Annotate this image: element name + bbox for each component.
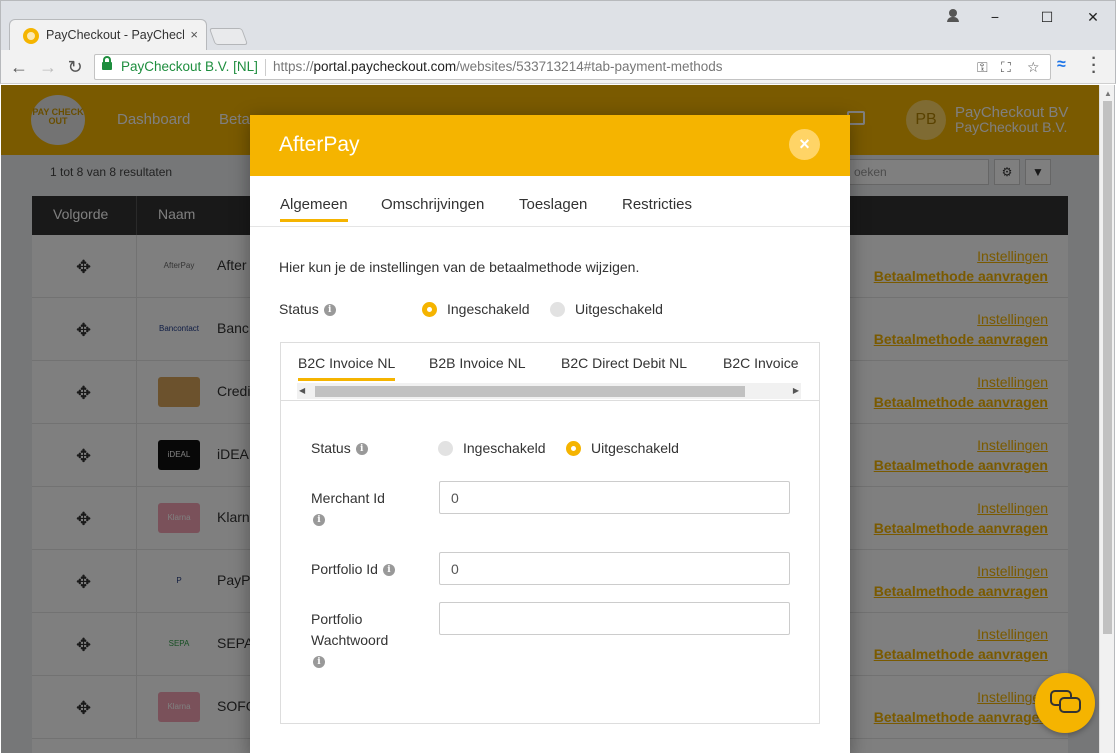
forward-arrow-icon[interactable]: →: [37, 56, 59, 78]
url-separator: [265, 59, 266, 76]
profile-icon[interactable]: [945, 7, 961, 23]
tabs-scroll-thumb[interactable]: [315, 386, 745, 397]
tab-restricties[interactable]: Restricties: [622, 196, 692, 213]
status-enabled-radio[interactable]: [422, 302, 437, 317]
modal-title: AfterPay: [279, 133, 360, 156]
afterpay-settings-modal: AfterPay × Algemeen Omschrijvingen Toesl…: [250, 115, 850, 753]
portfolio-id-label: Portfolio Id i: [311, 559, 395, 580]
product-disabled-label[interactable]: Uitgeschakeld: [591, 440, 679, 456]
product-enabled-radio[interactable]: [438, 441, 453, 456]
scroll-left-arrow-icon[interactable]: ◀: [299, 386, 305, 395]
info-icon[interactable]: i: [313, 656, 325, 669]
tab-toeslagen[interactable]: Toeslagen: [519, 196, 587, 213]
product-status-label: Status i: [311, 440, 368, 456]
intro-text: Hier kun je de instellingen van de betaa…: [279, 259, 640, 275]
new-tab-button[interactable]: [208, 28, 249, 45]
status-enabled-label[interactable]: Ingeschakeld: [447, 301, 530, 317]
url-host: portal.paycheckout.com: [313, 59, 457, 74]
product-status-row: Status i Ingeschakeld Uitgeschakeld: [311, 440, 791, 464]
status-disabled-radio[interactable]: [550, 302, 565, 317]
back-arrow-icon[interactable]: ←: [8, 56, 30, 78]
reload-icon[interactable]: ↻: [64, 56, 86, 78]
status-label: Status i: [279, 301, 336, 317]
tab-b2c-invoice[interactable]: B2C Invoice: [723, 355, 798, 371]
status-disabled-label[interactable]: Uitgeschakeld: [575, 301, 663, 317]
modal-close-button[interactable]: ×: [789, 129, 820, 160]
portfolio-password-field[interactable]: [439, 602, 790, 635]
portfolio-password-label-line1: Portfolio: [311, 611, 363, 627]
translate-icon[interactable]: ⛶: [1001, 59, 1011, 76]
status-label-text: Status: [279, 301, 319, 317]
tab-title: PayCheckout - PayCheckout: [46, 28, 184, 42]
merchant-id-label-text: Merchant Id: [311, 490, 385, 506]
modal-header: AfterPay ×: [250, 115, 850, 176]
tab-b2b-invoice-nl[interactable]: B2B Invoice NL: [429, 355, 526, 371]
product-enabled-label[interactable]: Ingeschakeld: [463, 440, 546, 456]
product-settings-panel: B2C Invoice NL B2B Invoice NL B2C Direct…: [280, 342, 820, 724]
portfolio-id-label-text: Portfolio Id: [311, 561, 378, 577]
status-row: Status i Ingeschakeld Uitgeschakeld: [279, 301, 839, 325]
browser-menu-icon[interactable]: · · ·: [1089, 51, 1099, 81]
window-close-button[interactable]: ✕: [1078, 7, 1108, 27]
info-icon[interactable]: i: [313, 514, 325, 527]
info-icon[interactable]: i: [323, 304, 336, 317]
product-disabled-radio[interactable]: [566, 441, 581, 456]
scroll-up-arrow-icon[interactable]: ▲: [1104, 89, 1112, 98]
maximize-button[interactable]: ☐: [1032, 7, 1062, 27]
merchant-id-field[interactable]: 0: [439, 481, 790, 514]
portfolio-id-field[interactable]: 0: [439, 552, 790, 585]
tab-b2c-invoice-nl[interactable]: B2C Invoice NL: [298, 355, 396, 381]
portfolio-password-label-line2: Wachtwoord: [311, 632, 389, 648]
tab-close-icon[interactable]: ×: [190, 27, 198, 42]
paycheckout-favicon-icon: [23, 28, 39, 44]
product-tabs: B2C Invoice NL B2B Invoice NL B2C Direct…: [281, 343, 819, 401]
browser-tab[interactable]: PayCheckout - PayCheckout ×: [9, 19, 207, 51]
scroll-thumb[interactable]: [1103, 101, 1112, 634]
portfolio-password-label: Portfolio Wachtwoord i: [311, 609, 388, 672]
page-scrollbar[interactable]: ▲: [1099, 85, 1115, 753]
url-path: /websites/533713214#tab-payment-methods: [456, 59, 723, 74]
info-icon[interactable]: i: [382, 564, 395, 577]
scroll-right-arrow-icon[interactable]: ▶: [793, 386, 799, 395]
product-status-label-text: Status: [311, 440, 351, 456]
extension-icon[interactable]: ≈: [1057, 56, 1066, 74]
key-icon[interactable]: ⚿: [977, 59, 988, 76]
address-bar[interactable]: PayCheckout B.V. [NL] https://portal.pay…: [94, 54, 1051, 80]
modal-tabs: Algemeen Omschrijvingen Toeslagen Restri…: [250, 176, 850, 227]
chat-button[interactable]: [1035, 673, 1095, 733]
tabs-horizontal-scrollbar[interactable]: ◀ ▶: [297, 383, 801, 399]
tab-omschrijvingen[interactable]: Omschrijvingen: [381, 196, 484, 213]
secure-origin-label: PayCheckout B.V. [NL]: [121, 59, 258, 74]
minimize-button[interactable]: −: [980, 7, 1010, 27]
info-icon[interactable]: i: [355, 443, 368, 456]
merchant-id-label: Merchant Id i: [311, 488, 385, 530]
lock-icon: [102, 56, 112, 70]
chat-bubble-icon: [1059, 697, 1081, 713]
browser-titlebar: PayCheckout - PayCheckout × − ☐ ✕: [0, 0, 1116, 51]
url-text[interactable]: https://portal.paycheckout.com/websites/…: [273, 59, 723, 74]
url-scheme: https://: [273, 59, 314, 74]
tab-b2c-direct-debit-nl[interactable]: B2C Direct Debit NL: [561, 355, 687, 371]
browser-toolbar: ← → ↻ PayCheckout B.V. [NL] https://port…: [0, 50, 1116, 84]
tab-algemeen[interactable]: Algemeen: [280, 196, 348, 222]
bookmark-star-icon[interactable]: ☆: [1027, 59, 1040, 76]
